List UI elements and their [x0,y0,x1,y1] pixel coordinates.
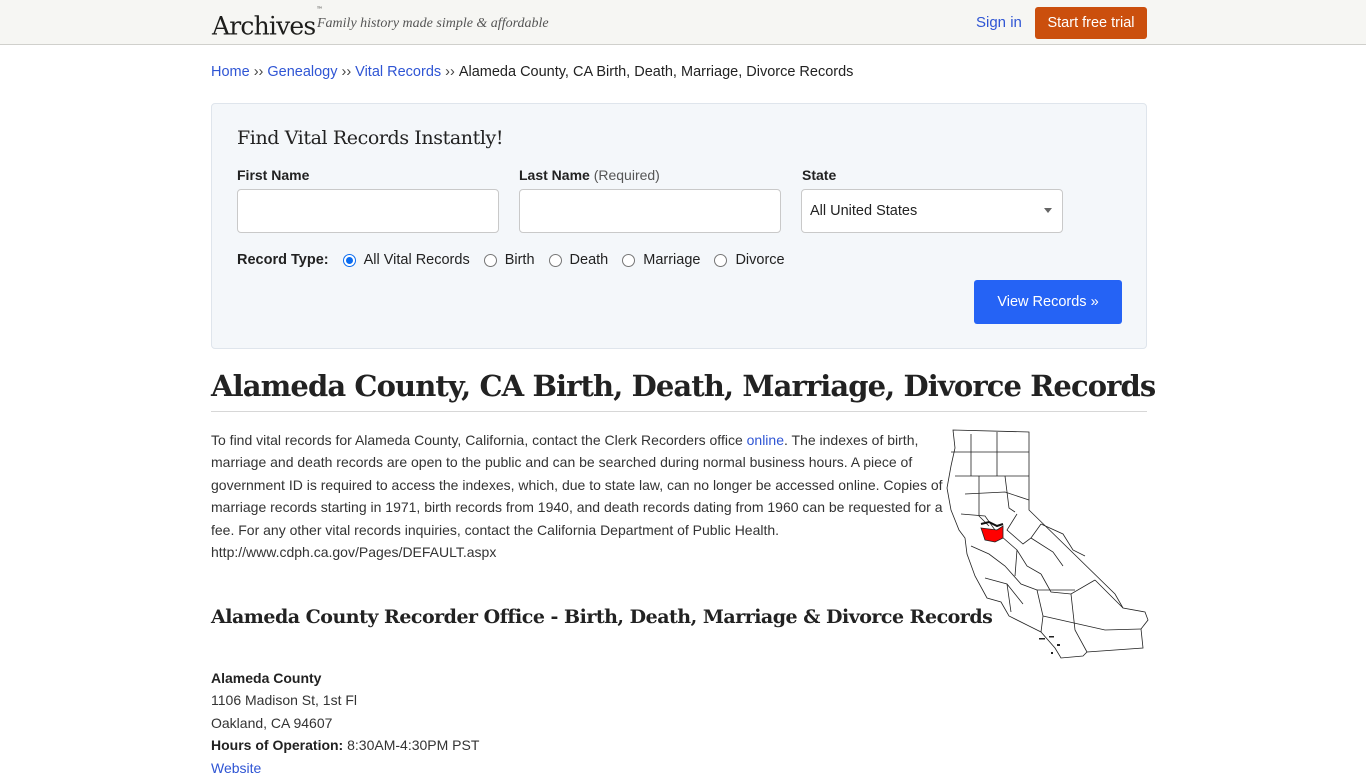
alameda-county-highlight [980,525,1004,543]
last-name-label-text: Last Name [519,167,590,183]
office-address-line1: 1106 Madison St, 1st Fl [211,692,358,709]
radio-label: Marriage [643,252,701,268]
breadcrumb-genealogy[interactable]: Genealogy [267,64,337,80]
radio-label: Death [569,252,609,268]
record-type-label: Record Type: [237,252,329,268]
title-divider [211,411,1147,412]
online-link[interactable]: online [747,432,784,448]
intro-text: To find vital records for Alameda County… [211,432,747,448]
hours-label: Hours of Operation: [211,737,344,754]
required-note: (Required) [593,167,660,183]
radio-label: Divorce [735,252,785,268]
record-type-group: Record Type: All Vital Records Birth Dea… [237,250,799,270]
office-hours: Hours of Operation: 8:30AM-4:30PM PST [211,734,479,756]
breadcrumb-vital-records[interactable]: Vital Records [355,64,441,80]
tagline: Family history made simple & affordable [317,16,549,31]
vital-records-search-form: Find Vital Records Instantly! First Name… [211,103,1147,349]
radio-button[interactable] [483,253,497,267]
office-address-line2: Oakland, CA 94607 [211,714,333,731]
logo-text: Archives [212,11,316,41]
recorder-office-heading: Alameda County Recorder Office - Birth, … [211,606,993,628]
office-name: Alameda County [211,670,322,686]
breadcrumb-separator: ›› [445,64,455,80]
start-free-trial-button[interactable]: Start free trial [1035,7,1147,39]
archives-logo[interactable]: Archives™ [212,6,322,42]
breadcrumb-current: Alameda County, CA Birth, Death, Marriag… [458,64,854,80]
chevron-down-icon [1044,208,1052,213]
breadcrumb: Home ›› Genealogy ›› Vital Records ›› Alameda … [211,64,853,80]
radio-button[interactable] [622,253,636,267]
top-header: Archives™ Family history made simple & a… [0,0,1366,45]
state-select[interactable]: All United States [801,189,1063,233]
sign-in-link[interactable]: Sign in [976,14,1022,31]
state-selected-value: All United States [810,203,918,219]
breadcrumb-home[interactable]: Home [211,64,250,80]
radio-button[interactable] [548,253,562,267]
cdph-url-text: http://www.cdph.ca.gov/Pages/DEFAULT.asp… [211,544,497,561]
radio-all-vital-records[interactable]: All Vital Records [342,252,470,268]
first-name-label: First Name [237,167,310,183]
office-details: Alameda County 1106 Madison St, 1st Fl O… [211,667,479,779]
radio-birth[interactable]: Birth [483,252,535,268]
first-name-input[interactable] [237,189,499,233]
page-title: Alameda County, CA Birth, Death, Marriag… [211,369,1156,403]
radio-label: Birth [504,252,535,268]
radio-label: All Vital Records [363,252,470,268]
state-label: State [802,167,837,183]
intro-paragraph: To find vital records for Alameda County… [211,429,949,563]
radio-death[interactable]: Death [548,252,609,268]
breadcrumb-separator: ›› [341,64,352,80]
radio-button[interactable] [714,253,728,267]
radio-marriage[interactable]: Marriage [622,252,700,268]
last-name-label: Last Name (Required) [519,167,660,183]
last-name-input[interactable] [519,189,781,233]
radio-button-checked[interactable] [342,253,356,267]
view-records-button[interactable]: View Records » [974,280,1122,324]
radio-divorce[interactable]: Divorce [714,252,785,268]
breadcrumb-separator: ›› [253,64,264,80]
trademark-mark: ™ [316,6,322,13]
search-title: Find Vital Records Instantly! [237,127,504,149]
hours-value: 8:30AM-4:30PM PST [347,737,480,754]
